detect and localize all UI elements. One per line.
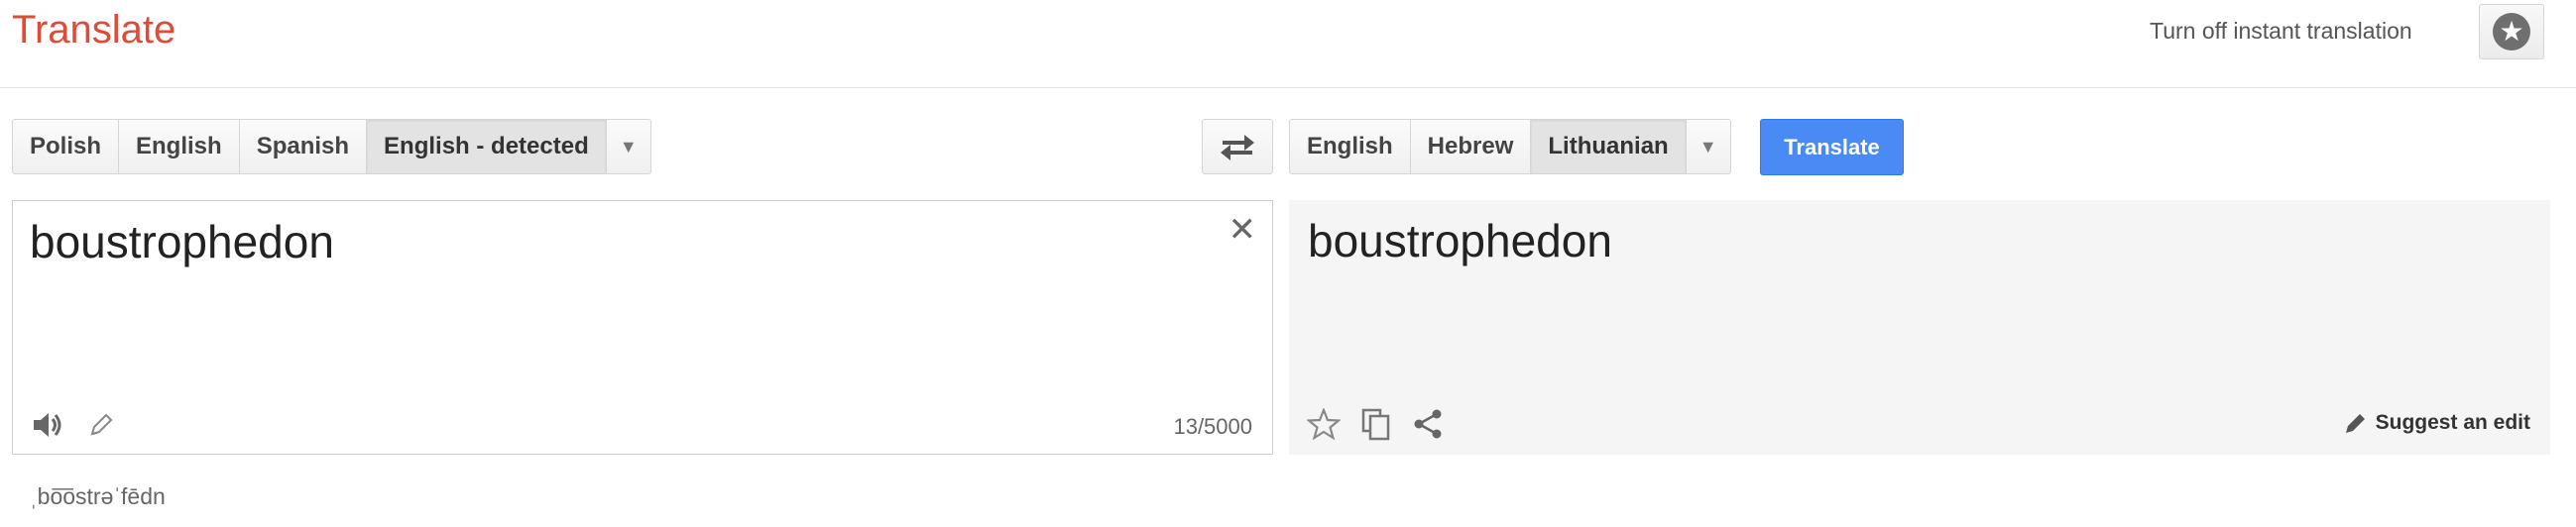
phonetic-transcription: ˌbo͞ostrəˈfēdn bbox=[30, 483, 166, 509]
translate-button[interactable]: Translate bbox=[1760, 119, 1904, 175]
pencil-icon bbox=[90, 413, 113, 436]
suggest-edit-label: Suggest an edit bbox=[2375, 411, 2530, 434]
caret-down-icon: ▼ bbox=[1698, 136, 1717, 157]
translation-result-area: boustrophedon Suggest an edit bbox=[1289, 200, 2550, 455]
suggest-edit-button[interactable]: Suggest an edit bbox=[2344, 411, 2530, 435]
target-lang-dropdown-button[interactable]: ▼ bbox=[1685, 119, 1731, 174]
source-lang-english[interactable]: English bbox=[118, 119, 240, 174]
caret-down-icon: ▼ bbox=[619, 136, 638, 157]
app-title: Translate bbox=[12, 8, 176, 52]
handwriting-button[interactable] bbox=[88, 412, 114, 438]
target-lang-english[interactable]: English bbox=[1289, 119, 1411, 174]
source-toolbar bbox=[31, 410, 114, 440]
swap-arrows-icon bbox=[1221, 135, 1254, 160]
star-circle-icon: ★ bbox=[2493, 13, 2530, 51]
copy-translation-button[interactable] bbox=[1360, 407, 1392, 441]
source-lang-dropdown-button[interactable]: ▼ bbox=[605, 119, 651, 174]
translation-text: boustrophedon bbox=[1308, 215, 1612, 266]
character-count: 13/5000 bbox=[1173, 414, 1252, 439]
target-language-bar: English Hebrew Lithuanian ▼ bbox=[1289, 119, 1731, 174]
clear-source-button[interactable]: ✕ bbox=[1229, 213, 1257, 247]
source-lang-spanish[interactable]: Spanish bbox=[238, 119, 368, 174]
target-lang-hebrew[interactable]: Hebrew bbox=[1409, 119, 1532, 174]
speaker-icon bbox=[34, 413, 61, 437]
copy-icon bbox=[1361, 408, 1390, 441]
source-text[interactable]: boustrophedon bbox=[30, 215, 334, 268]
starred-phrasebook-button[interactable]: ★ bbox=[2479, 4, 2544, 59]
listen-button[interactable] bbox=[31, 410, 64, 440]
pencil-icon bbox=[2345, 414, 2365, 433]
source-lang-detected[interactable]: English - detected bbox=[366, 119, 607, 174]
source-text-area[interactable]: boustrophedon ✕ 13/5000 bbox=[12, 200, 1273, 455]
share-icon bbox=[1414, 409, 1442, 439]
source-lang-polish[interactable]: Polish bbox=[12, 119, 120, 174]
source-language-bar: Polish English Spanish English - detecte… bbox=[12, 119, 651, 174]
share-translation-button[interactable] bbox=[1412, 408, 1444, 440]
target-lang-lithuanian[interactable]: Lithuanian bbox=[1530, 119, 1687, 174]
instant-translation-toggle-link[interactable]: Turn off instant translation bbox=[2150, 18, 2412, 45]
header-divider bbox=[0, 87, 2576, 88]
swap-languages-button[interactable] bbox=[1202, 119, 1273, 174]
close-icon: ✕ bbox=[1228, 211, 1257, 249]
star-translation-button[interactable] bbox=[1307, 408, 1341, 440]
star-outline-icon bbox=[1307, 408, 1341, 440]
translation-toolbar bbox=[1307, 407, 1444, 441]
